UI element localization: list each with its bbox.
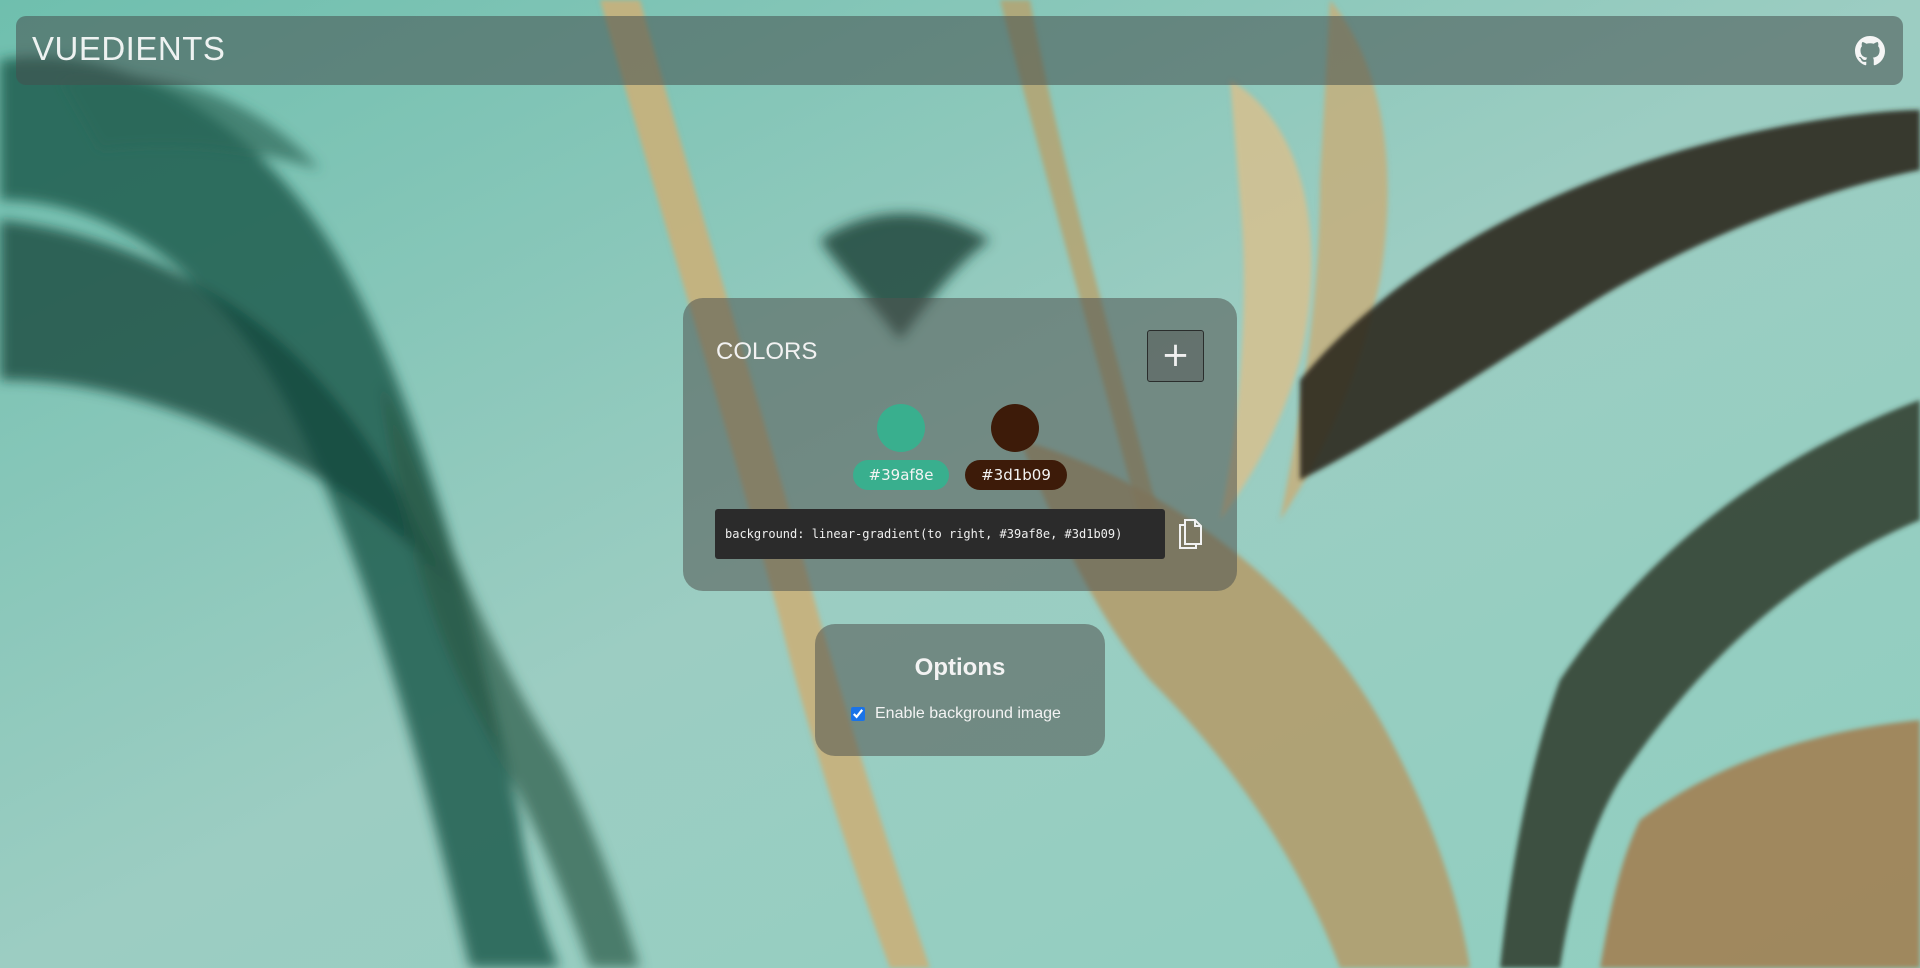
- enable-background-option: Enable background image: [851, 704, 1061, 724]
- copy-icon[interactable]: [1176, 516, 1204, 550]
- colors-card: COLORS + #39af8e #3d1b09 background: lin…: [683, 298, 1237, 591]
- color-chip-2[interactable]: #3d1b09: [965, 460, 1067, 490]
- add-color-button[interactable]: +: [1147, 330, 1204, 382]
- enable-background-checkbox[interactable]: [851, 707, 865, 721]
- colors-heading: COLORS: [716, 338, 818, 365]
- color-swatch-2[interactable]: [991, 404, 1039, 452]
- options-card: Options Enable background image: [815, 624, 1105, 756]
- css-output[interactable]: background: linear-gradient(to right, #3…: [715, 509, 1165, 559]
- enable-background-label[interactable]: Enable background image: [875, 705, 1061, 723]
- brand-title[interactable]: VUEDIENTS: [32, 30, 225, 68]
- color-swatch-1[interactable]: [877, 404, 925, 452]
- options-heading: Options: [914, 654, 1006, 681]
- github-icon[interactable]: [1855, 36, 1885, 66]
- top-navbar: VUEDIENTS: [16, 16, 1903, 85]
- color-chip-1[interactable]: #39af8e: [853, 460, 949, 490]
